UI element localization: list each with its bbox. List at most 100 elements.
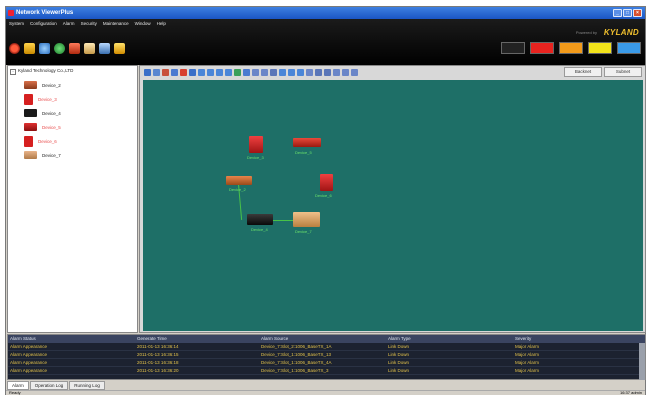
column-header[interactable]: Alarm Status bbox=[8, 335, 135, 343]
background-icon[interactable] bbox=[270, 69, 277, 76]
menu-configuration[interactable]: Configuration bbox=[30, 21, 57, 26]
layout-icon[interactable] bbox=[243, 69, 250, 76]
pan-icon[interactable] bbox=[153, 69, 160, 76]
refresh-icon[interactable] bbox=[234, 69, 241, 76]
network-icon[interactable] bbox=[39, 43, 50, 54]
tab-operation-log[interactable]: Operation Log bbox=[29, 381, 69, 390]
tree-item-device-7[interactable]: Device_7 bbox=[24, 150, 61, 160]
subnet-icon[interactable] bbox=[279, 69, 286, 76]
table-row[interactable]: Alarm Appearance 2011-01-13 16:36:15 Dev… bbox=[8, 351, 645, 359]
app-icon bbox=[8, 10, 14, 16]
alarm-minor-button[interactable] bbox=[559, 42, 583, 54]
tree-item-device-2[interactable]: Device_2 bbox=[24, 80, 61, 90]
window-controls: _ □ × bbox=[613, 9, 642, 17]
search-icon[interactable] bbox=[315, 69, 322, 76]
alarm-critical-button[interactable] bbox=[501, 42, 525, 54]
tool-icon[interactable] bbox=[99, 43, 110, 54]
property-icon[interactable] bbox=[342, 69, 349, 76]
menu-window[interactable]: Window bbox=[135, 21, 151, 26]
node-label: Device_3 bbox=[247, 155, 264, 160]
status-text: Ready bbox=[9, 390, 21, 395]
node-label: Device_2 bbox=[229, 187, 246, 192]
table-scrollbar[interactable] bbox=[639, 343, 645, 380]
lock-icon[interactable] bbox=[24, 43, 35, 54]
cell-severity: Major Alarm bbox=[515, 368, 540, 373]
close-button[interactable]: × bbox=[633, 9, 642, 17]
tree-item-device-6[interactable]: Device_6 bbox=[24, 135, 57, 147]
cell-status: Alarm Appearance bbox=[10, 360, 48, 365]
topology-canvas[interactable]: Device_3 Device_5 Device_6 Device_2 Devi… bbox=[143, 80, 643, 331]
node-label: Device_4 bbox=[251, 227, 268, 232]
link-line[interactable] bbox=[273, 220, 293, 221]
status-bar: Ready 16:37 admin bbox=[6, 390, 645, 395]
tree-item-device-3[interactable]: Device_3 bbox=[24, 93, 57, 105]
device-node-6[interactable] bbox=[320, 174, 333, 191]
switch-icon bbox=[24, 109, 37, 117]
menu-system[interactable]: System bbox=[9, 21, 24, 26]
alarm-warning-button[interactable] bbox=[588, 42, 612, 54]
minimize-button[interactable]: _ bbox=[613, 9, 622, 17]
view-tabs: Backnet Subnet bbox=[564, 67, 642, 77]
cell-status: Alarm Appearance bbox=[10, 344, 48, 349]
cell-time: 2011-01-13 16:36:20 bbox=[137, 368, 179, 373]
align-icon[interactable] bbox=[252, 69, 259, 76]
zoom-in-icon[interactable] bbox=[198, 69, 205, 76]
table-row[interactable]: Alarm Appearance 2011-01-13 16:36:14 Dev… bbox=[8, 343, 645, 351]
device-tree: Kyland Technology Co.,LTD Device_2 Devic… bbox=[7, 65, 138, 333]
print-icon[interactable] bbox=[324, 69, 331, 76]
cell-status: Alarm Appearance bbox=[10, 352, 48, 357]
zoom-reset-icon[interactable] bbox=[225, 69, 232, 76]
tab-alarm[interactable]: Alarm bbox=[7, 381, 29, 390]
column-header[interactable]: Alarm Type bbox=[386, 335, 513, 343]
device-node-4[interactable] bbox=[247, 214, 273, 225]
switch-icon bbox=[24, 93, 33, 105]
grid-icon[interactable] bbox=[261, 69, 268, 76]
table-row[interactable]: Alarm Appearance 2011-01-13 16:36:18 Dev… bbox=[8, 359, 645, 367]
maximize-button[interactable]: □ bbox=[623, 9, 632, 17]
column-header[interactable]: Generate Time bbox=[135, 335, 259, 343]
device-node-5[interactable] bbox=[293, 138, 321, 147]
alarm-icon[interactable] bbox=[9, 43, 20, 54]
column-header[interactable]: Alarm Source bbox=[259, 335, 386, 343]
help-icon[interactable] bbox=[351, 69, 358, 76]
add-device-icon[interactable] bbox=[171, 69, 178, 76]
alarm-major-button[interactable] bbox=[530, 42, 554, 54]
device-icon[interactable] bbox=[69, 43, 80, 54]
menu-security[interactable]: Security bbox=[81, 21, 97, 26]
switch-icon bbox=[24, 135, 33, 147]
delete-icon[interactable] bbox=[180, 69, 187, 76]
menu-help[interactable]: Help bbox=[157, 21, 166, 26]
user-icon[interactable] bbox=[114, 43, 125, 54]
link-icon[interactable] bbox=[162, 69, 169, 76]
tab-backnet[interactable]: Backnet bbox=[564, 67, 602, 77]
tab-running-log[interactable]: Running Log bbox=[69, 381, 105, 390]
export-icon[interactable] bbox=[333, 69, 340, 76]
ungroup-icon[interactable] bbox=[297, 69, 304, 76]
globe-icon[interactable] bbox=[54, 43, 65, 54]
column-header[interactable]: Severity bbox=[513, 335, 639, 343]
menu-maintenance[interactable]: Maintenance bbox=[103, 21, 129, 26]
menu-alarm[interactable]: Alarm bbox=[63, 21, 75, 26]
save-icon[interactable] bbox=[189, 69, 196, 76]
device-node-2[interactable] bbox=[226, 176, 252, 185]
tree-item-label: Device_5 bbox=[42, 124, 61, 130]
select-icon[interactable] bbox=[144, 69, 151, 76]
label-icon[interactable] bbox=[306, 69, 313, 76]
device-node-7[interactable] bbox=[293, 212, 320, 227]
group-icon[interactable] bbox=[288, 69, 295, 76]
cell-severity: Major Alarm bbox=[515, 352, 540, 357]
switch-icon bbox=[24, 123, 37, 131]
tab-subnet[interactable]: Subnet bbox=[604, 67, 642, 77]
tree-item-label: Device_2 bbox=[42, 82, 61, 88]
tree-item-device-4[interactable]: Device_4 bbox=[24, 108, 61, 118]
device-node-3[interactable] bbox=[249, 136, 263, 153]
alarm-info-button[interactable] bbox=[617, 42, 641, 54]
alarm-table: Alarm Status Generate Time Alarm Source … bbox=[7, 334, 646, 380]
zoom-fit-icon[interactable] bbox=[216, 69, 223, 76]
table-row[interactable]: Alarm Appearance 2011-01-13 16:36:20 Dev… bbox=[8, 367, 645, 375]
zoom-out-icon[interactable] bbox=[207, 69, 214, 76]
report-icon[interactable] bbox=[84, 43, 95, 54]
tree-root[interactable]: Kyland Technology Co.,LTD bbox=[10, 68, 73, 75]
tree-item-device-5[interactable]: Device_5 bbox=[24, 122, 61, 132]
cell-type: Link Down bbox=[388, 352, 410, 357]
